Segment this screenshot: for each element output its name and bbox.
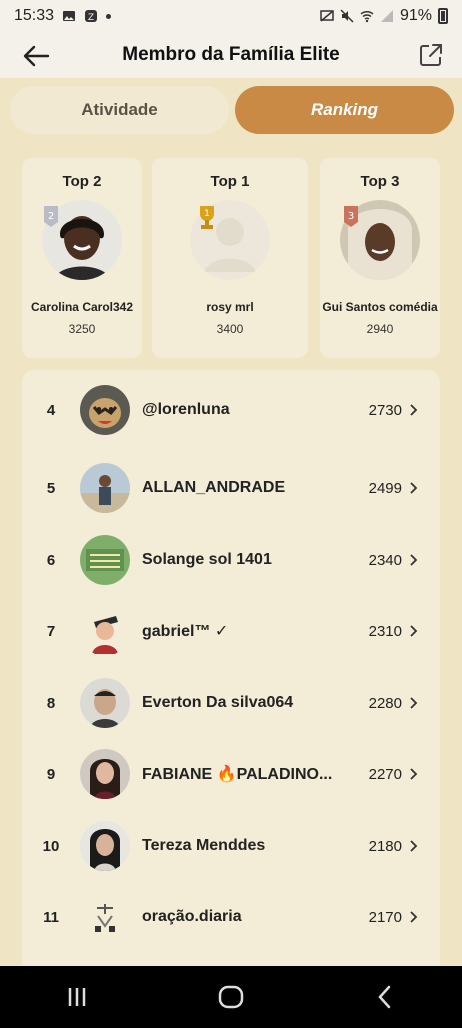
podium-score: 3250 — [68, 322, 96, 336]
avatar — [80, 535, 130, 585]
battery-percent: 91% — [399, 7, 432, 24]
rank-number: 9 — [46, 765, 56, 783]
ranking-row[interactable]: 8 Everton Da silva064 2280 — [22, 673, 440, 733]
chevron-right-icon — [410, 482, 418, 494]
podium-name: rosy mrl — [206, 300, 254, 314]
bronze-medal-icon: 3 — [344, 206, 358, 227]
svg-text:2: 2 — [48, 211, 54, 222]
status-time: 15:33 — [14, 7, 55, 24]
podium-card-top-1[interactable]: Top 1 1 rosy mrl 3400 — [152, 158, 308, 358]
svg-text:3: 3 — [348, 211, 354, 222]
ranking-name: FABIANE 🔥PALADINO... — [142, 766, 333, 783]
rank-number: 5 — [46, 479, 56, 497]
system-navigation-bar — [0, 966, 462, 1028]
rank-number: 10 — [42, 837, 60, 855]
recent-apps-icon[interactable] — [63, 983, 91, 1011]
signal-icon — [380, 10, 393, 22]
rank-number: 11 — [43, 908, 59, 926]
rank-number: 8 — [46, 694, 56, 712]
ranking-row[interactable]: 11 oração.diaria 2170 — [22, 887, 440, 947]
ranking-score: 2730 — [368, 401, 402, 419]
ranking-score: 2310 — [368, 622, 402, 640]
avatar — [80, 606, 130, 656]
chevron-right-icon — [410, 625, 418, 637]
podium-rank-label: Top 1 — [210, 173, 250, 190]
top-three-podium: Top 2 2 Carolina Carol342 3250 Top 1 1 r… — [22, 158, 440, 358]
svg-text:Z: Z — [88, 13, 94, 23]
gold-trophy-icon: 1 — [200, 206, 214, 229]
ranking-name: Everton Da silva064 — [142, 694, 294, 711]
ranking-row[interactable]: 5 ALLAN_ANDRADE 2499 — [22, 458, 440, 518]
ranking-score: 2340 — [368, 551, 402, 569]
ranking-row[interactable]: 4 @lorenluna 2730 — [22, 380, 440, 440]
page-title: Membro da Família Elite — [122, 44, 340, 65]
rank-number: 4 — [46, 401, 56, 419]
ranking-name: Solange sol 1401 — [142, 551, 272, 568]
avatar — [80, 385, 130, 435]
rank-number: 7 — [46, 622, 56, 640]
ranking-row[interactable]: 9 FABIANE 🔥PALADINO... 2270 — [22, 744, 440, 804]
battery-icon — [438, 8, 448, 24]
ranking-name: gabriel™ ✓ — [142, 623, 229, 640]
podium-card-top-3[interactable]: Top 3 3 Gui Santos comédia 2940 — [320, 158, 440, 358]
ranking-row[interactable]: 10 Tereza Menddes 2180 — [22, 816, 440, 876]
svg-text:1: 1 — [204, 209, 210, 219]
chevron-right-icon — [410, 840, 418, 852]
ranking-name: ALLAN_ANDRADE — [142, 479, 286, 496]
avatar — [80, 463, 130, 513]
ranking-score: 2280 — [368, 694, 402, 712]
ranking-score: 2180 — [368, 837, 402, 855]
ranking-list: 4 @lorenluna 2730 5 ALLAN_ANDRADE 2499 6… — [22, 370, 440, 990]
silver-medal-icon: 2 — [44, 206, 58, 227]
gallery-icon — [63, 11, 76, 21]
podium-score: 2940 — [366, 322, 394, 336]
avatar — [80, 678, 130, 728]
podium-name: Carolina Carol342 — [30, 300, 134, 314]
avatar — [80, 749, 130, 799]
back-arrow-icon[interactable] — [20, 40, 52, 72]
avatar — [80, 892, 130, 942]
ranking-name: oração.diaria — [142, 908, 242, 925]
ranking-score: 2170 — [368, 908, 402, 926]
chevron-right-icon — [410, 404, 418, 416]
chevron-right-icon — [410, 768, 418, 780]
ranking-row[interactable]: 6 Solange sol 1401 2340 — [22, 530, 440, 590]
notification-dot-icon — [106, 13, 112, 19]
ranking-score: 2499 — [368, 479, 402, 497]
rank-number: 6 — [46, 551, 56, 569]
podium-rank-label: Top 2 — [62, 173, 102, 190]
tab-atividade[interactable]: Atividade — [10, 86, 229, 134]
back-nav-icon[interactable] — [371, 983, 399, 1011]
ranking-row[interactable]: 7 gabriel™ ✓ 2310 — [22, 601, 440, 661]
chevron-right-icon — [410, 697, 418, 709]
tab-bar: Atividade Ranking — [10, 86, 454, 134]
status-bar: 15:33 Z 91% — [0, 0, 462, 32]
cast-icon — [320, 10, 334, 22]
share-icon[interactable] — [418, 42, 444, 68]
wifi-icon — [360, 10, 374, 23]
header: Membro da Família Elite — [0, 32, 462, 78]
ranking-name: Tereza Menddes — [142, 837, 266, 854]
ranking-score: 2270 — [368, 765, 402, 783]
chevron-right-icon — [410, 554, 418, 566]
app-notification-icon: Z — [85, 10, 98, 23]
chevron-right-icon — [410, 911, 418, 923]
podium-score: 3400 — [216, 322, 244, 336]
tab-ranking[interactable]: Ranking — [235, 86, 454, 134]
home-icon[interactable] — [217, 983, 245, 1011]
podium-name: Gui Santos comédia — [322, 300, 438, 314]
avatar — [80, 821, 130, 871]
ranking-name: @lorenluna — [142, 401, 230, 418]
podium-rank-label: Top 3 — [360, 173, 400, 190]
mute-icon — [340, 9, 354, 23]
podium-card-top-2[interactable]: Top 2 2 Carolina Carol342 3250 — [22, 158, 142, 358]
